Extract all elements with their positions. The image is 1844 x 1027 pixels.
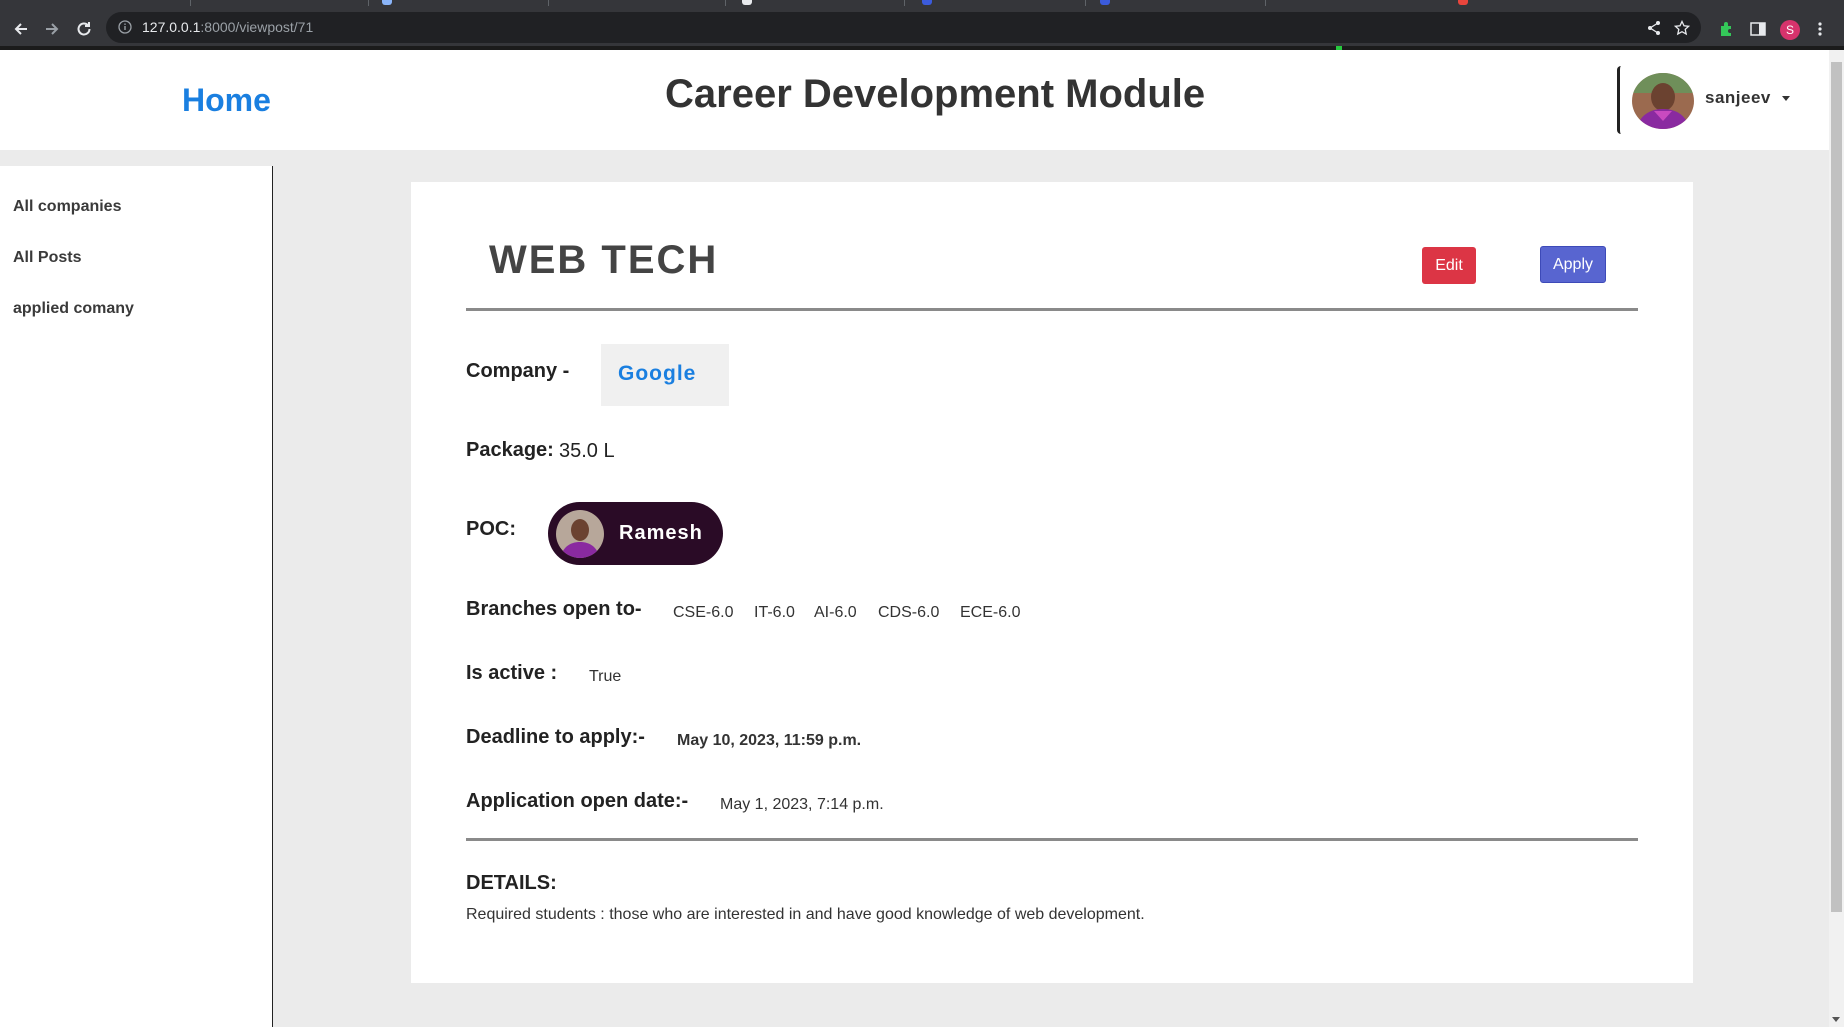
user-avatar-image bbox=[1632, 73, 1694, 129]
open-date-value: May 1, 2023, 7:14 p.m. bbox=[720, 796, 884, 813]
forward-arrow-icon bbox=[46, 23, 59, 35]
scrollbar-thumb[interactable] bbox=[1831, 62, 1842, 912]
post-detail-card: WEB TECH Edit Apply Company - Google Pac… bbox=[411, 182, 1693, 983]
home-link[interactable]: Home bbox=[182, 82, 271, 119]
address-bar[interactable]: 127.0.0.1:8000/viewpost/71 bbox=[106, 12, 1701, 43]
extensions-puzzle-icon[interactable] bbox=[1718, 20, 1736, 38]
divider bbox=[466, 308, 1638, 311]
open-date-label: Application open date:- bbox=[466, 790, 689, 812]
company-badge[interactable]: Google bbox=[601, 344, 729, 406]
user-avatar[interactable] bbox=[1632, 73, 1694, 129]
poc-chip[interactable]: Ramesh bbox=[548, 502, 723, 565]
tab-favicon-icon bbox=[1100, 0, 1110, 5]
apply-button[interactable]: Apply bbox=[1540, 246, 1606, 283]
tab-favicon-icon bbox=[922, 0, 932, 5]
tab-separator bbox=[190, 0, 191, 6]
url-host: 127.0.0.1 bbox=[142, 19, 201, 35]
sidebar-item-all-companies[interactable]: All companies bbox=[13, 198, 121, 216]
tab-separator bbox=[548, 0, 549, 6]
tab-separator bbox=[725, 0, 726, 6]
more-menu-icon[interactable] bbox=[1815, 20, 1825, 38]
reload-button[interactable] bbox=[71, 16, 97, 42]
deadline-label: Deadline to apply:- bbox=[466, 726, 645, 748]
profile-avatar[interactable]: S bbox=[1780, 20, 1800, 40]
tab-strip[interactable] bbox=[0, 0, 1844, 8]
package-label: Package: bbox=[466, 439, 554, 461]
tab-separator bbox=[904, 0, 905, 6]
user-menu[interactable]: sanjeev bbox=[1617, 66, 1820, 134]
tab-favicon-icon bbox=[382, 0, 392, 5]
forward-button[interactable] bbox=[39, 16, 65, 42]
chevron-down-icon[interactable] bbox=[1782, 96, 1790, 101]
branch-item: ECE-6.0 bbox=[960, 604, 1021, 621]
poc-avatar-image bbox=[556, 510, 604, 558]
url-path: :8000/viewpost/71 bbox=[200, 19, 314, 35]
scroll-down-icon[interactable] bbox=[1832, 1017, 1840, 1022]
site-header: Home Career Development Module sanjeev bbox=[0, 50, 1829, 150]
is-active-label: Is active : bbox=[466, 662, 558, 684]
share-icon[interactable] bbox=[1646, 20, 1662, 36]
package-value: 35.0 L bbox=[559, 440, 615, 462]
company-name-link[interactable]: Google bbox=[618, 362, 696, 386]
branch-item: CDS-6.0 bbox=[878, 604, 940, 621]
company-label: Company - bbox=[466, 360, 570, 382]
site-info-icon[interactable] bbox=[118, 20, 132, 34]
branch-item: IT-6.0 bbox=[754, 604, 795, 621]
edit-button[interactable]: Edit bbox=[1422, 247, 1476, 284]
tab-favicon-icon bbox=[1458, 0, 1468, 5]
back-arrow-icon bbox=[14, 23, 27, 35]
sidebar-item-all-posts[interactable]: All Posts bbox=[13, 249, 81, 267]
poc-label: POC: bbox=[466, 518, 516, 540]
user-name[interactable]: sanjeev bbox=[1705, 88, 1771, 108]
browser-chrome: 127.0.0.1:8000/viewpost/71 S bbox=[0, 0, 1844, 50]
back-button[interactable] bbox=[8, 16, 34, 42]
poc-avatar bbox=[556, 510, 604, 558]
tab-separator bbox=[1265, 0, 1266, 6]
details-heading: DETAILS: bbox=[466, 872, 557, 894]
tab-favicon-icon bbox=[742, 0, 752, 5]
side-panel-icon[interactable] bbox=[1749, 20, 1767, 38]
deadline-value: May 10, 2023, 11:59 p.m. bbox=[677, 732, 862, 749]
tab-separator bbox=[1085, 0, 1086, 6]
branch-item: CSE-6.0 bbox=[673, 604, 734, 621]
tab-separator bbox=[368, 0, 369, 6]
browser-toolbar: 127.0.0.1:8000/viewpost/71 S bbox=[0, 8, 1844, 50]
details-text: Required students : those who are intere… bbox=[466, 906, 1145, 923]
sidebar: All companies All Posts applied comany bbox=[0, 166, 273, 1027]
branch-item: AI-6.0 bbox=[814, 604, 857, 621]
post-title: WEB TECH bbox=[489, 238, 719, 282]
bookmark-star-icon[interactable] bbox=[1674, 20, 1690, 36]
page-scrollbar[interactable] bbox=[1829, 50, 1844, 1027]
branches-label: Branches open to- bbox=[466, 598, 642, 620]
reload-icon bbox=[77, 22, 91, 36]
divider bbox=[466, 838, 1638, 841]
is-active-value: True bbox=[589, 668, 622, 685]
url-text: 127.0.0.1:8000/viewpost/71 bbox=[142, 19, 313, 35]
sidebar-item-applied-company[interactable]: applied comany bbox=[13, 300, 134, 318]
site-title: Career Development Module bbox=[665, 72, 1206, 116]
poc-name[interactable]: Ramesh bbox=[619, 522, 703, 545]
